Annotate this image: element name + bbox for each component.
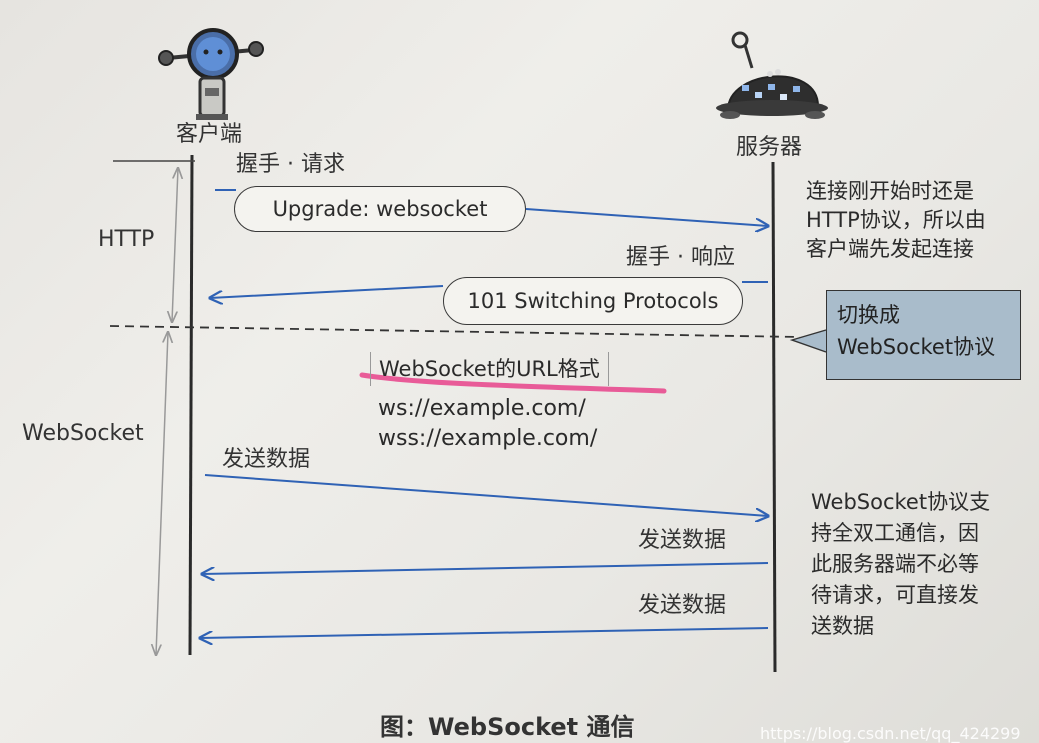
http-note-line: HTTP协议，所以由 bbox=[806, 208, 986, 232]
client-lifeline bbox=[188, 154, 194, 656]
handshake-response-label: 握手 · 响应 bbox=[626, 245, 735, 270]
websocket-phase-label: WebSocket bbox=[22, 421, 144, 446]
watermark-text: https://blog.csdn.net/qq_424299 bbox=[760, 724, 1021, 743]
websocket-sequence-diagram: 客户端 服务器 HTTP WebSocket 握手 · 请求 Upgrade: … bbox=[0, 0, 1039, 743]
figure-caption: 图：WebSocket 通信 bbox=[380, 713, 635, 741]
wss-url: wss://example.com/ bbox=[378, 426, 598, 451]
callout-line: 切换成 bbox=[837, 303, 900, 327]
duplex-note-line: 此服务器端不必等 bbox=[811, 552, 979, 576]
callout-line: WebSocket协议 bbox=[837, 335, 996, 359]
full-duplex-note: WebSocket协议支 持全双工通信，因 此服务器端不必等 待请求，可直接发 … bbox=[811, 487, 990, 642]
http-range-arrow bbox=[172, 168, 178, 322]
duplex-note-line: 送数据 bbox=[811, 614, 874, 638]
http-phase-label: HTTP bbox=[98, 227, 155, 252]
server-send-arrow-1 bbox=[202, 562, 769, 574]
switch-protocol-callout: 切换成 WebSocket协议 bbox=[826, 290, 1021, 380]
url-format-title: WebSocket的URL格式 bbox=[370, 352, 609, 386]
client-send-arrow bbox=[204, 474, 768, 516]
ws-url: ws://example.com/ bbox=[378, 396, 586, 421]
callout-pointer bbox=[789, 329, 827, 353]
server-label: 服务器 bbox=[736, 135, 803, 160]
upgrade-request-pill: Upgrade: websocket bbox=[234, 186, 526, 232]
duplex-note-line: 持全双工通信，因 bbox=[811, 521, 979, 545]
switching-protocols-pill: 101 Switching Protocols bbox=[443, 277, 743, 325]
http-note-line: 客户端先发起连接 bbox=[806, 237, 974, 261]
robot-icon bbox=[158, 28, 264, 120]
http-note: 连接刚开始时还是 HTTP协议，所以由 客户端先发起连接 bbox=[806, 177, 986, 264]
server-send-label-2: 发送数据 bbox=[638, 593, 727, 618]
duplex-note-line: 待请求，可直接发 bbox=[811, 583, 979, 607]
server-send-arrow-2 bbox=[200, 627, 769, 638]
http-note-line: 连接刚开始时还是 bbox=[806, 179, 974, 203]
duplex-note-line: WebSocket协议支 bbox=[811, 490, 991, 514]
server-lifeline bbox=[771, 161, 777, 673]
client-send-label: 发送数据 bbox=[222, 447, 311, 472]
client-label: 客户端 bbox=[176, 122, 243, 147]
handshake-request-label: 握手 · 请求 bbox=[236, 152, 345, 177]
websocket-range-arrow bbox=[156, 332, 168, 655]
server-robot-icon bbox=[716, 31, 828, 119]
server-send-label-1: 发送数据 bbox=[638, 528, 727, 553]
phase-divider bbox=[109, 325, 801, 338]
